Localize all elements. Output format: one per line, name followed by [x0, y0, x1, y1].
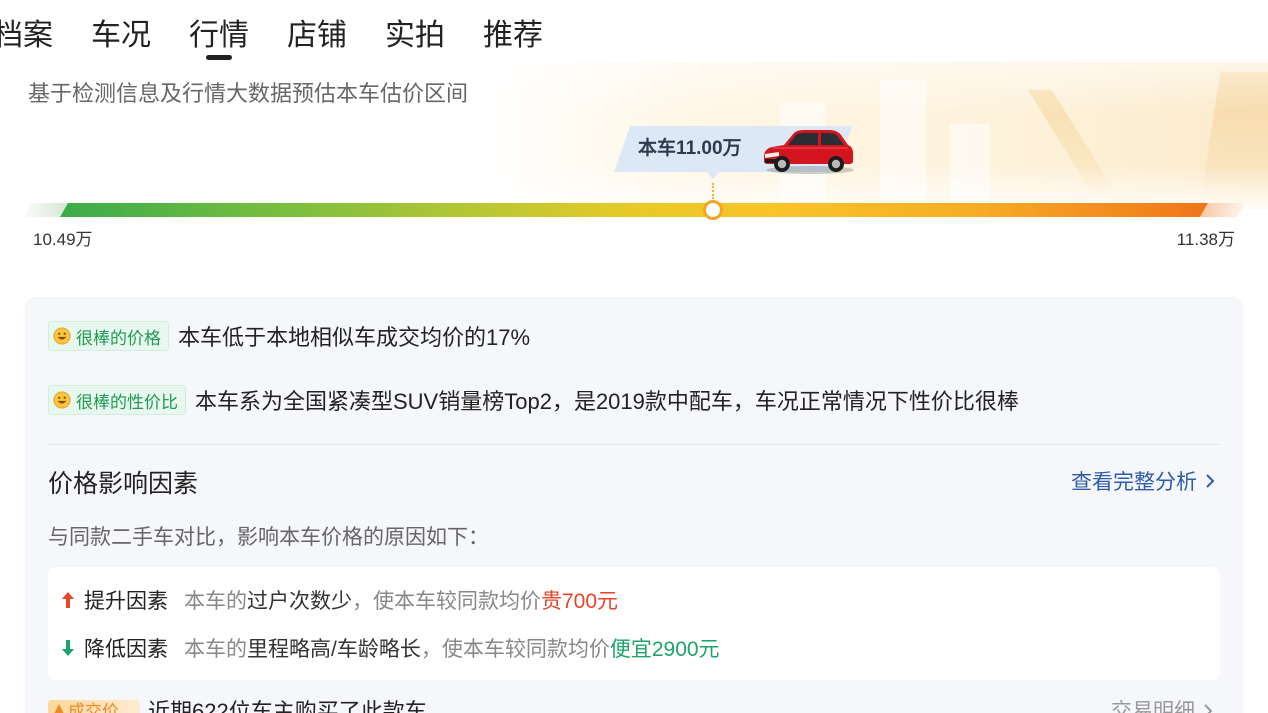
highlight-badge: 很棒的性价比 — [48, 385, 186, 415]
factor-effect: 贵700元 — [541, 590, 619, 613]
tab-photos[interactable]: 实拍 — [385, 14, 445, 58]
factor-label: 降低因素 — [84, 638, 168, 661]
price-dotted-line — [712, 183, 715, 199]
tab-label: 实拍 — [385, 19, 445, 52]
chevron-right-icon — [1206, 474, 1215, 488]
tab-market[interactable]: 行情 — [189, 14, 249, 60]
price-analysis-card: 很棒的价格 本车低于本地相似车成交均价的17% 很棒的性价比 本车系为全国紧凑型… — [25, 297, 1243, 713]
price-range-high-label: 11.38万 — [1176, 230, 1235, 249]
tab-archive[interactable]: 档案 — [0, 14, 53, 58]
view-full-analysis-link[interactable]: 查看完整分析 — [1071, 467, 1215, 495]
tab-label: 行情 — [189, 19, 249, 52]
price-label-pointer — [706, 171, 721, 179]
tab-store[interactable]: 店铺 — [287, 14, 347, 58]
price-factors-box: 提升因素 本车的 过户次数少 ，使本车较同款均价 贵700元 降低因素 本车的 … — [48, 567, 1220, 680]
link-label: 交易明细 — [1111, 700, 1195, 713]
factor-prefix: 本车的 — [184, 638, 247, 661]
price-range-low-label: 10.49万 — [33, 230, 93, 249]
decorative-fade — [480, 62, 1268, 210]
highlight-badge-label: 很棒的性价比 — [76, 392, 178, 412]
factor-row-increase: 提升因素 本车的 过户次数少 ，使本车较同款均价 贵700元 — [62, 584, 618, 616]
factor-effect: 便宜2900元 — [609, 638, 720, 661]
price-factors-title: 价格影响因素 — [48, 470, 199, 498]
deal-price-badge: 成交价 — [48, 700, 140, 713]
factor-reason: 过户次数少 — [247, 590, 352, 613]
grinning-face-icon — [53, 327, 71, 345]
factor-middle: ，使本车较同款均价 — [420, 638, 610, 661]
tab-recommend[interactable]: 推荐 — [483, 14, 543, 58]
deal-details-link[interactable]: 交易明细 — [1111, 697, 1213, 713]
highlight-row: 很棒的价格 本车低于本地相似车成交均价的17% — [48, 321, 530, 351]
active-tab-indicator — [206, 55, 232, 60]
price-factors-intro: 与同款二手车对比，影响本车价格的原因如下： — [48, 526, 489, 549]
highlight-badge-label: 很棒的价格 — [76, 328, 161, 348]
section-tabs: 档案 车况 行情 店铺 实拍 推荐 — [0, 14, 581, 60]
deal-price-badge-label: 成交价 — [68, 702, 119, 713]
factor-label: 提升因素 — [84, 590, 168, 613]
highlight-badge: 很棒的价格 — [48, 321, 169, 351]
arrow-down-icon — [62, 640, 74, 656]
decorative-banner — [480, 62, 1268, 210]
triangle-icon — [54, 704, 64, 713]
current-price-label: 本车11.00万 — [638, 138, 742, 159]
tab-condition[interactable]: 车况 — [91, 14, 151, 58]
highlight-text: 本车低于本地相似车成交均价的17% — [178, 325, 531, 350]
link-label: 查看完整分析 — [1071, 471, 1197, 494]
highlight-row: 很棒的性价比 本车系为全国紧凑型SUV销量榜Top2，是2019款中配车，车况正… — [48, 385, 1019, 415]
price-marker — [703, 200, 724, 220]
factor-reason: 里程略高/车龄略长 — [247, 638, 421, 661]
tab-label: 档案 — [0, 19, 53, 52]
factor-row-decrease: 降低因素 本车的 里程略高/车龄略长 ，使本车较同款均价 便宜2900元 — [62, 632, 720, 664]
grinning-face-icon — [53, 391, 71, 409]
deal-summary-text: 近期622位车主购买了此款车 — [148, 699, 427, 713]
highlight-text: 本车系为全国紧凑型SUV销量榜Top2，是2019款中配车，车况正常情况下性价比… — [195, 389, 1019, 414]
tab-label: 推荐 — [483, 19, 543, 52]
price-range-bar — [60, 203, 1208, 217]
chevron-right-icon — [1204, 704, 1213, 713]
factor-prefix: 本车的 — [184, 590, 247, 613]
arrow-up-icon — [62, 592, 74, 608]
deal-price-row: 成交价 近期622位车主购买了此款车 交易明细 — [48, 697, 1213, 713]
divider — [48, 444, 1220, 445]
red-suv-image — [764, 130, 855, 174]
price-range-subtitle: 基于检测信息及行情大数据预估本车估价区间 — [28, 81, 469, 106]
tab-label: 车况 — [91, 19, 151, 52]
tab-label: 店铺 — [287, 19, 347, 52]
factor-middle: ，使本车较同款均价 — [352, 590, 541, 613]
